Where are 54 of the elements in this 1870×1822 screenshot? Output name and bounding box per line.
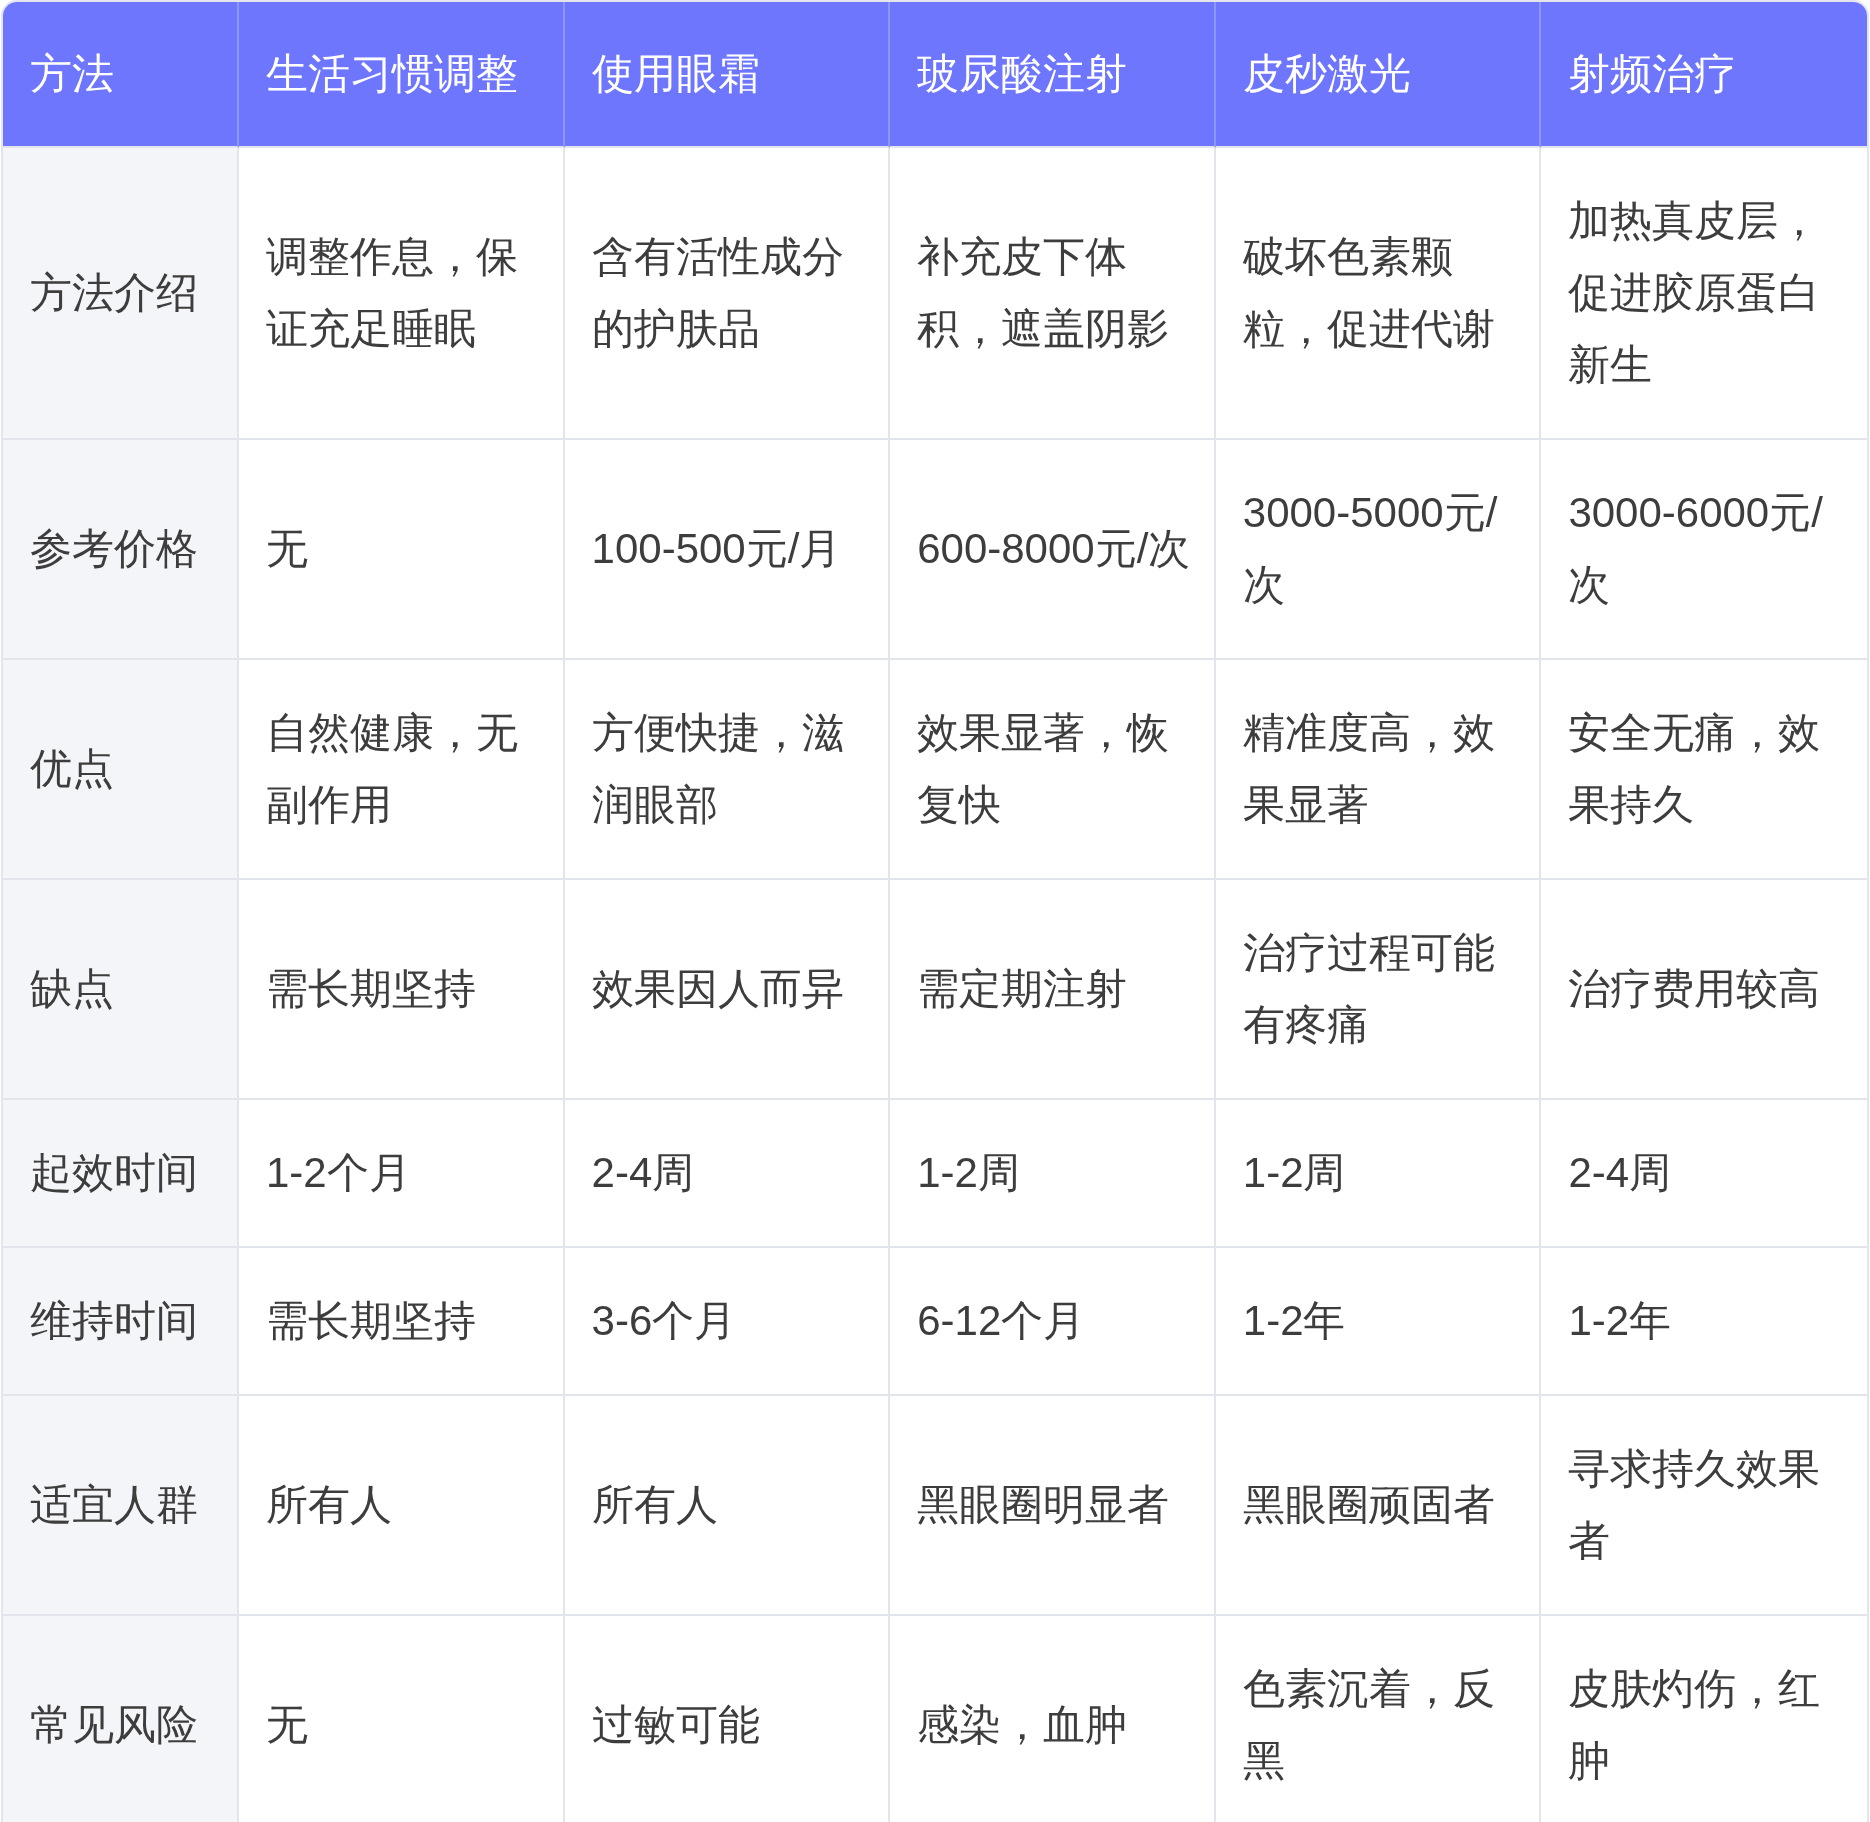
table-cell: 过敏可能 bbox=[564, 1616, 891, 1822]
table-cell: 效果显著，恢复快 bbox=[890, 660, 1216, 880]
column-header: 射频治疗 bbox=[1541, 2, 1867, 148]
table-cell: 需长期坚持 bbox=[239, 1248, 565, 1396]
table-cell: 无 bbox=[239, 1616, 565, 1822]
column-header: 生活习惯调整 bbox=[239, 2, 565, 148]
table-cell: 补充皮下体积，遮盖阴影 bbox=[890, 148, 1216, 440]
table-cell: 色素沉着，反黑 bbox=[1215, 1616, 1542, 1822]
table-cell: 精准度高，效果显著 bbox=[1215, 660, 1542, 880]
table-cell: 治疗费用较高 bbox=[1541, 880, 1867, 1100]
table-cell: 1-2周 bbox=[890, 1100, 1216, 1248]
table-cell: 安全无痛，效果持久 bbox=[1541, 660, 1867, 880]
row-header: 起效时间 bbox=[3, 1100, 239, 1248]
column-header: 方法 bbox=[3, 2, 239, 148]
table-cell: 调整作息，保证充足睡眠 bbox=[239, 148, 565, 440]
table-cell: 6-12个月 bbox=[890, 1248, 1216, 1396]
table-cell: 需定期注射 bbox=[890, 880, 1216, 1100]
table-cell: 方便快捷，滋润眼部 bbox=[564, 660, 891, 880]
table-cell: 1-2年 bbox=[1215, 1248, 1542, 1396]
table-cell: 3000-5000元/次 bbox=[1215, 440, 1542, 660]
table-cell: 治疗过程可能有疼痛 bbox=[1215, 880, 1542, 1100]
table-cell: 破坏色素颗粒，促进代谢 bbox=[1215, 148, 1542, 440]
table-cell: 无 bbox=[239, 440, 565, 660]
row-header: 适宜人群 bbox=[3, 1396, 239, 1616]
column-header: 玻尿酸注射 bbox=[890, 2, 1216, 148]
table-cell: 所有人 bbox=[239, 1396, 565, 1616]
table-cell: 含有活性成分的护肤品 bbox=[564, 148, 891, 440]
row-header: 维持时间 bbox=[3, 1248, 239, 1396]
table-cell: 1-2个月 bbox=[239, 1100, 565, 1248]
table-cell: 1-2年 bbox=[1541, 1248, 1867, 1396]
row-header: 优点 bbox=[3, 660, 239, 880]
row-header: 缺点 bbox=[3, 880, 239, 1100]
table-cell: 效果因人而异 bbox=[564, 880, 891, 1100]
table-cell: 2-4周 bbox=[1541, 1100, 1867, 1248]
table-cell: 黑眼圈明显者 bbox=[890, 1396, 1216, 1616]
table-cell: 黑眼圈顽固者 bbox=[1215, 1396, 1542, 1616]
row-header: 常见风险 bbox=[3, 1616, 239, 1822]
table-cell: 600-8000元/次 bbox=[890, 440, 1216, 660]
row-header: 参考价格 bbox=[3, 440, 239, 660]
table-cell: 自然健康，无副作用 bbox=[239, 660, 565, 880]
table-cell: 100-500元/月 bbox=[564, 440, 891, 660]
table-cell: 需长期坚持 bbox=[239, 880, 565, 1100]
row-header: 方法介绍 bbox=[3, 148, 239, 440]
table-cell: 加热真皮层，促进胶原蛋白新生 bbox=[1541, 148, 1867, 440]
table-cell: 1-2周 bbox=[1215, 1100, 1542, 1248]
table-cell: 3-6个月 bbox=[564, 1248, 891, 1396]
column-header: 皮秒激光 bbox=[1215, 2, 1542, 148]
table-cell: 所有人 bbox=[564, 1396, 891, 1616]
table-cell: 寻求持久效果者 bbox=[1541, 1396, 1867, 1616]
column-header: 使用眼霜 bbox=[564, 2, 891, 148]
table-cell: 感染，血肿 bbox=[890, 1616, 1216, 1822]
table-cell: 2-4周 bbox=[564, 1100, 891, 1248]
table-cell-text: 皮肤灼伤，红肿 bbox=[1567, 1664, 1822, 1786]
table-cell: 3000-6000元/次 bbox=[1541, 440, 1867, 660]
